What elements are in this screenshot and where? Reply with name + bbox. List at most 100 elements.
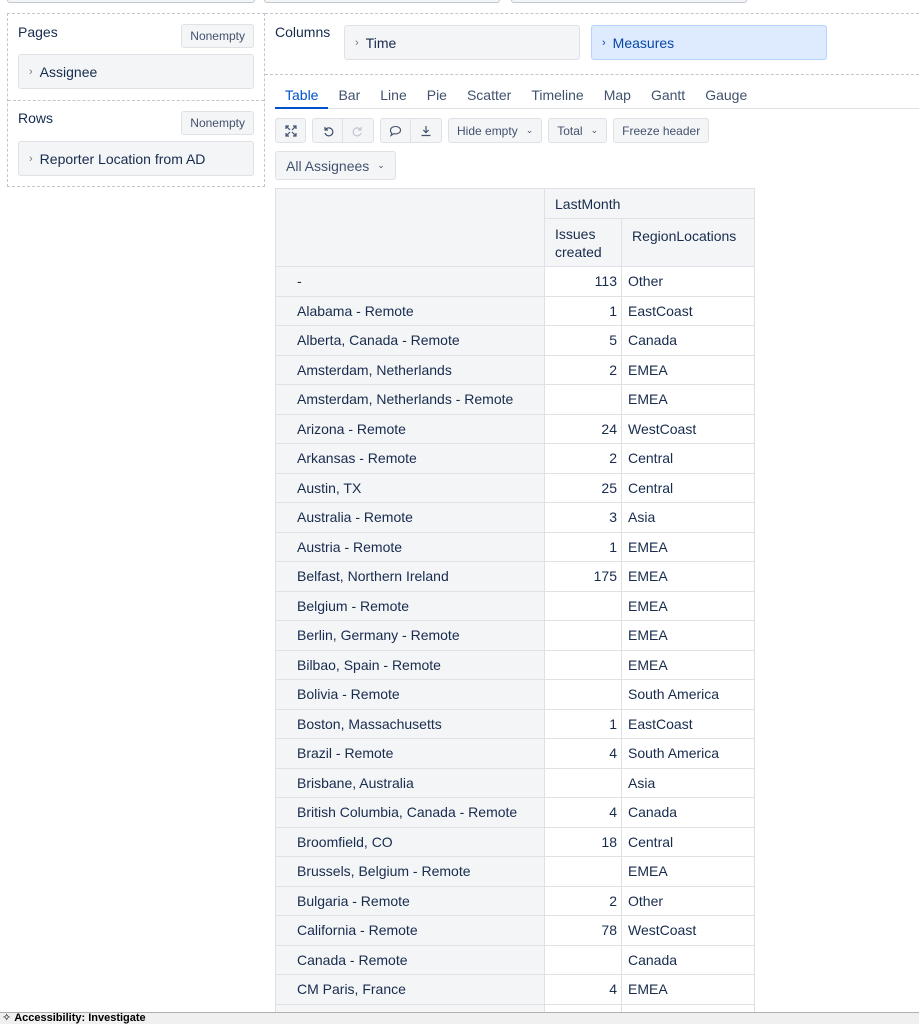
tab-map[interactable]: Map [594,85,641,109]
tab-timeline[interactable]: Timeline [521,85,593,109]
cell-issues-created[interactable] [544,679,622,710]
expand-button[interactable] [275,118,306,143]
row-header-location[interactable]: Bolivia - Remote [275,679,545,710]
row-header-location[interactable]: CM Paris, France [275,974,545,1005]
row-header-location[interactable]: Berlin, Germany - Remote [275,620,545,651]
row-header-location[interactable]: Alabama - Remote [275,295,545,326]
cell-issues-created[interactable]: 2 [544,354,622,385]
row-header-location[interactable]: Canada - Remote [275,944,545,975]
cell-issues-created[interactable]: 2 [544,443,622,474]
row-header-location[interactable]: - [275,266,545,297]
columns-dimension-measures[interactable]: › Measures [591,25,827,60]
cell-region-location[interactable]: WestCoast [621,915,755,946]
cell-issues-created[interactable]: 4 [544,738,622,769]
assignees-filter-dropdown[interactable]: All Assignees ⌄ [275,151,396,180]
row-header-location[interactable]: Brazil - Remote [275,738,545,769]
row-header-location[interactable]: Belgium - Remote [275,590,545,621]
redo-button[interactable] [343,118,374,143]
cell-issues-created[interactable] [544,944,622,975]
measure-header-issues-created[interactable]: Issues created [544,218,622,267]
cell-issues-created[interactable] [544,767,622,798]
cell-issues-created[interactable]: 3 [544,502,622,533]
columns-dimension-time[interactable]: › Time [344,25,580,60]
row-header-location[interactable]: Alberta, Canada - Remote [275,325,545,356]
cell-region-location[interactable]: Asia [621,502,755,533]
pages-nonempty-button[interactable]: Nonempty [181,24,254,48]
rows-nonempty-button[interactable]: Nonempty [181,111,254,135]
row-header-location[interactable]: Australia - Remote [275,502,545,533]
cell-region-location[interactable]: EMEA [621,856,755,887]
cell-issues-created[interactable]: 24 [544,413,622,444]
tab-bar[interactable]: Bar [328,85,370,109]
cell-region-location[interactable]: Central [621,472,755,503]
cell-issues-created[interactable] [544,620,622,651]
period-header[interactable]: LastMonth [544,188,755,219]
cell-region-location[interactable]: EastCoast [621,708,755,739]
cell-region-location[interactable]: Other [621,885,755,916]
cell-region-location[interactable]: Central [621,826,755,857]
comment-button[interactable] [380,118,411,143]
freeze-header-button[interactable]: Freeze header [613,118,710,143]
cell-issues-created[interactable] [544,384,622,415]
row-header-location[interactable]: Austria - Remote [275,531,545,562]
download-button[interactable] [411,118,442,143]
cell-issues-created[interactable] [544,590,622,621]
tab-gauge[interactable]: Gauge [695,85,757,109]
row-header-location[interactable]: Brussels, Belgium - Remote [275,856,545,887]
tab-table[interactable]: Table [275,85,329,109]
cell-region-location[interactable]: South America [621,738,755,769]
row-header-location[interactable]: Belfast, Northern Ireland [275,561,545,592]
cell-region-location[interactable]: EMEA [621,531,755,562]
row-header-location[interactable]: Arizona - Remote [275,413,545,444]
row-header-location[interactable]: Austin, TX [275,472,545,503]
cell-issues-created[interactable]: 1 [544,295,622,326]
cell-issues-created[interactable] [544,649,622,680]
cell-region-location[interactable]: Canada [621,797,755,828]
row-header-location[interactable]: Boston, Massachusetts [275,708,545,739]
cell-issues-created[interactable]: 2 [544,885,622,916]
row-header-location[interactable]: Amsterdam, Netherlands - Remote [275,384,545,415]
cell-region-location[interactable]: Canada [621,325,755,356]
cell-issues-created[interactable]: 175 [544,561,622,592]
row-header-location[interactable]: British Columbia, Canada - Remote [275,797,545,828]
cell-issues-created[interactable]: 113 [544,266,622,297]
cell-issues-created[interactable]: 4 [544,797,622,828]
cell-region-location[interactable]: Asia [621,767,755,798]
cell-issues-created[interactable] [544,856,622,887]
cell-region-location[interactable]: EMEA [621,354,755,385]
cell-region-location[interactable]: South America [621,679,755,710]
row-header-location[interactable]: Broomfield, CO [275,826,545,857]
cell-region-location[interactable]: EMEA [621,974,755,1005]
hide-empty-dropdown[interactable]: Hide empty ⌄ [448,118,543,143]
cell-region-location[interactable]: WestCoast [621,413,755,444]
cell-region-location[interactable]: Central [621,443,755,474]
pages-dimension-assignee[interactable]: › Assignee [18,54,254,89]
rows-dimension-reporter-location[interactable]: › Reporter Location from AD [18,141,254,176]
cell-region-location[interactable]: Canada [621,944,755,975]
row-header-location[interactable]: Brisbane, Australia [275,767,545,798]
row-header-location[interactable]: Amsterdam, Netherlands [275,354,545,385]
undo-button[interactable] [312,118,343,143]
total-dropdown[interactable]: Total ⌄ [548,118,608,143]
tab-pie[interactable]: Pie [417,85,457,109]
cell-region-location[interactable]: Other [621,266,755,297]
cell-region-location[interactable]: EMEA [621,620,755,651]
row-header-location[interactable]: Bulgaria - Remote [275,885,545,916]
cell-issues-created[interactable]: 1 [544,708,622,739]
row-header-location[interactable]: Arkansas - Remote [275,443,545,474]
cell-issues-created[interactable]: 78 [544,915,622,946]
tab-scatter[interactable]: Scatter [457,85,521,109]
row-header-location[interactable]: Bilbao, Spain - Remote [275,649,545,680]
cell-region-location[interactable]: EMEA [621,590,755,621]
cell-issues-created[interactable]: 4 [544,974,622,1005]
measure-header-region-locations[interactable]: RegionLocations [621,218,755,267]
cell-region-location[interactable]: EMEA [621,561,755,592]
cell-issues-created[interactable]: 5 [544,325,622,356]
cell-issues-created[interactable]: 25 [544,472,622,503]
tab-line[interactable]: Line [370,85,416,109]
cell-issues-created[interactable]: 1 [544,531,622,562]
cell-region-location[interactable]: EMEA [621,384,755,415]
cell-region-location[interactable]: EMEA [621,649,755,680]
tab-gantt[interactable]: Gantt [641,85,695,109]
row-header-location[interactable]: California - Remote [275,915,545,946]
